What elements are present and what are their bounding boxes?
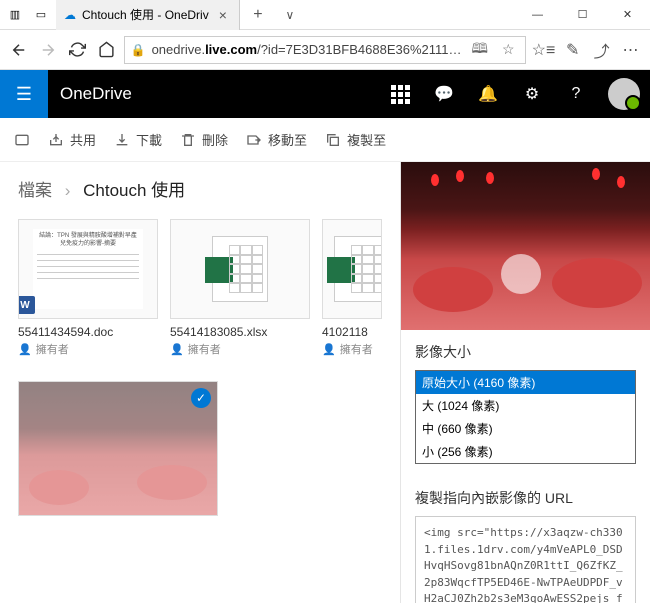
browser-toolbar: 🔒 onedrive.live.com/?id=7E3D31BFB4688E36…: [0, 30, 650, 70]
more-icon[interactable]: ⋯: [619, 36, 642, 64]
account-avatar[interactable]: [608, 78, 640, 110]
tab-close-icon[interactable]: ×: [215, 7, 231, 23]
favorite-icon[interactable]: ☆: [498, 41, 519, 58]
onedrive-header: ☰ OneDrive 💬 🔔 ⚙ ?: [0, 70, 650, 118]
file-name: 55414183085.xlsx: [170, 325, 310, 339]
breadcrumb: 檔案 › Chtouch 使用: [18, 176, 382, 201]
breadcrumb-root[interactable]: 檔案: [18, 181, 52, 200]
app-icon-2: ▭: [30, 4, 52, 26]
open-button[interactable]: [14, 132, 30, 148]
delete-button[interactable]: 刪除: [180, 130, 228, 149]
owner-icon: 👤: [322, 343, 336, 356]
address-bar[interactable]: 🔒 onedrive.live.com/?id=7E3D31BFB4688E36…: [124, 36, 526, 64]
reading-mode-icon[interactable]: 🕮: [468, 38, 493, 62]
app-launcher-icon[interactable]: [378, 70, 422, 118]
download-button[interactable]: 下載: [114, 130, 162, 149]
file-meta: 👤擁有者: [170, 341, 310, 357]
new-tab-button[interactable]: +: [244, 6, 272, 24]
file-pane: 檔案 › Chtouch 使用 結論：TPN 發展與精胺酸增補對早產兒免疫力的影…: [0, 162, 400, 603]
owner-icon: 👤: [18, 343, 32, 356]
file-meta: 👤擁有者: [322, 341, 382, 357]
refresh-button[interactable]: [66, 36, 89, 64]
window-titlebar: ▥ ▭ ☁ Chtouch 使用 - OneDriv × + ∨ — ☐ ✕: [0, 0, 650, 30]
size-option[interactable]: 大 (1024 像素): [416, 394, 635, 417]
onedrive-favicon: ☁: [64, 8, 76, 22]
file-item[interactable]: 4102118 👤擁有者: [322, 219, 382, 357]
embed-url-label: 複製指向內嵌影像的 URL: [415, 488, 636, 508]
file-name: 4102118: [322, 325, 382, 339]
details-panel: 影像大小 原始大小 (4160 像素) 大 (1024 像素) 中 (660 像…: [400, 162, 650, 603]
notes-icon[interactable]: ✎: [561, 36, 584, 64]
browser-tab[interactable]: ☁ Chtouch 使用 - OneDriv ×: [56, 0, 240, 30]
share-icon[interactable]: ⤴: [590, 36, 613, 64]
forward-button[interactable]: [37, 36, 60, 64]
command-bar: 共用 下載 刪除 移動至 複製至: [0, 118, 650, 162]
copy-button[interactable]: 複製至: [325, 130, 386, 149]
window-close-button[interactable]: ✕: [605, 0, 650, 30]
breadcrumb-current: Chtouch 使用: [83, 181, 185, 200]
window-minimize-button[interactable]: —: [515, 0, 560, 30]
move-button[interactable]: 移動至: [246, 130, 307, 149]
size-option[interactable]: 原始大小 (4160 像素): [416, 371, 635, 394]
file-meta: 👤擁有者: [18, 341, 158, 357]
chat-icon[interactable]: 💬: [422, 70, 466, 118]
home-button[interactable]: [95, 36, 118, 64]
embed-code-box[interactable]: <img src="https://x3aqzw-ch3301.files.1d…: [415, 516, 636, 603]
word-badge-icon: W: [18, 296, 35, 314]
size-option[interactable]: 小 (256 像素): [416, 440, 635, 463]
file-item[interactable]: 結論：TPN 發展與精胺酸增補對早產兒免疫力的影響-摘要W 5541143459…: [18, 219, 158, 357]
file-name: 55411434594.doc: [18, 325, 158, 339]
back-button[interactable]: [8, 36, 31, 64]
notifications-icon[interactable]: 🔔: [466, 70, 510, 118]
image-size-label: 影像大小: [415, 342, 636, 362]
selected-check-icon[interactable]: ✓: [191, 388, 211, 408]
menu-button[interactable]: ☰: [0, 70, 48, 118]
breadcrumb-separator-icon: ›: [65, 181, 71, 200]
share-button[interactable]: 共用: [48, 130, 96, 149]
size-select[interactable]: 原始大小 (4160 像素) 大 (1024 像素) 中 (660 像素) 小 …: [415, 370, 636, 464]
file-item[interactable]: 55414183085.xlsx 👤擁有者: [170, 219, 310, 357]
help-icon[interactable]: ?: [554, 70, 598, 118]
settings-icon[interactable]: ⚙: [510, 70, 554, 118]
app-icon-1: ▥: [4, 4, 26, 26]
lock-icon: 🔒: [131, 43, 146, 57]
owner-icon: 👤: [170, 343, 184, 356]
preview-image: [401, 162, 650, 330]
tab-overflow-icon[interactable]: ∨: [276, 8, 304, 22]
brand-label: OneDrive: [48, 84, 132, 104]
size-option[interactable]: 中 (660 像素): [416, 417, 635, 440]
selected-photo[interactable]: ✓: [18, 381, 218, 516]
url-text: onedrive.live.com/?id=7E3D31BFB4688E36%2…: [152, 42, 462, 57]
favorites-hub-icon[interactable]: ☆≡: [532, 36, 556, 64]
window-maximize-button[interactable]: ☐: [560, 0, 605, 30]
tab-title: Chtouch 使用 - OneDriv: [82, 6, 209, 23]
